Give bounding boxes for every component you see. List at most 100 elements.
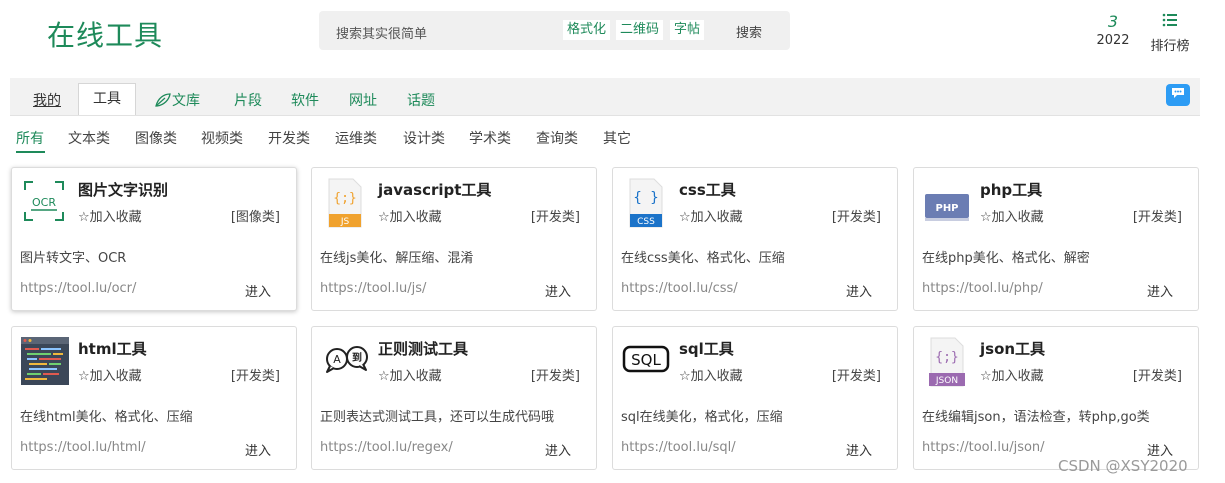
- enter-link[interactable]: 进入: [846, 281, 872, 300]
- category-query[interactable]: 查询类: [536, 128, 578, 148]
- card-title[interactable]: css工具: [679, 179, 736, 200]
- enter-link[interactable]: 进入: [245, 440, 271, 459]
- tab-topics[interactable]: 话题: [407, 90, 435, 110]
- year-count[interactable]: 3 2022: [1096, 12, 1130, 48]
- category-text[interactable]: 文本类: [68, 128, 110, 148]
- category-design[interactable]: 设计类: [403, 128, 445, 148]
- tab-library-label: 文库: [172, 93, 200, 109]
- svg-text:{ }: { }: [633, 190, 658, 206]
- star-icon: ☆: [980, 210, 992, 225]
- card-url[interactable]: https://tool.lu/html/: [20, 440, 146, 455]
- card-url[interactable]: https://tool.lu/js/: [320, 281, 426, 296]
- tool-card-html[interactable]: html工具 ☆加入收藏 [开发类] 在线html美化、格式化、压缩 https…: [11, 326, 297, 470]
- card-title[interactable]: javascript工具: [378, 179, 491, 200]
- star-icon: ☆: [78, 369, 90, 384]
- card-category: [开发类]: [831, 210, 881, 225]
- tab-tools[interactable]: 工具: [78, 83, 136, 115]
- add-favorite-button[interactable]: ☆加入收藏: [378, 365, 442, 384]
- tab-software[interactable]: 软件: [291, 90, 319, 110]
- sql-icon: SQL: [622, 337, 670, 383]
- category-video[interactable]: 视频类: [201, 128, 243, 148]
- js-file-icon: {;} JS: [321, 178, 367, 228]
- tool-card-json[interactable]: {;} JSON json工具 ☆加入收藏 [开发类] 在线编辑json，语法检…: [913, 326, 1199, 470]
- tool-card-sql[interactable]: SQL sql工具 ☆加入收藏 [开发类] sql在线美化，格式化，压缩 htt…: [612, 326, 898, 470]
- card-url[interactable]: https://tool.lu/sql/: [621, 440, 736, 455]
- card-url[interactable]: https://tool.lu/php/: [922, 281, 1043, 296]
- category-all[interactable]: 所有: [16, 128, 44, 148]
- svg-text:SQL: SQL: [631, 351, 661, 369]
- card-url[interactable]: https://tool.lu/json/: [922, 440, 1045, 455]
- card-title[interactable]: 正则测试工具: [378, 338, 468, 359]
- card-title[interactable]: php工具: [980, 179, 1042, 200]
- add-favorite-label: 加入收藏: [991, 210, 1044, 225]
- tool-card-ocr[interactable]: OCR 图片文字识别 ☆加入收藏 [图像类] 图片转文字、OCR https:/…: [11, 167, 297, 311]
- star-icon: ☆: [679, 210, 691, 225]
- enter-link[interactable]: 进入: [545, 440, 571, 459]
- quick-link-copybook[interactable]: 字帖: [670, 20, 705, 40]
- card-title[interactable]: html工具: [78, 338, 147, 359]
- svg-text:PHP: PHP: [935, 203, 958, 214]
- card-title[interactable]: 图片文字识别: [78, 179, 168, 200]
- tab-snippets[interactable]: 片段: [234, 90, 262, 110]
- category-image[interactable]: 图像类: [135, 128, 177, 148]
- category-ops[interactable]: 运维类: [335, 128, 377, 148]
- quick-link-qrcode[interactable]: 二维码: [616, 20, 664, 40]
- category-active-indicator: [16, 151, 45, 153]
- nav-mine[interactable]: 我的: [33, 90, 61, 110]
- card-url[interactable]: https://tool.lu/ocr/: [20, 281, 136, 296]
- category-dev[interactable]: 开发类: [268, 128, 310, 148]
- json-file-icon: {;} JSON: [923, 337, 969, 387]
- add-favorite-button[interactable]: ☆加入收藏: [980, 365, 1044, 384]
- main-nav: 我的 工具 文库 片段 软件 网址 话题: [10, 78, 1200, 116]
- add-favorite-label: 加入收藏: [690, 369, 743, 384]
- card-title[interactable]: sql工具: [679, 338, 734, 359]
- quick-link-format[interactable]: 格式化: [563, 20, 611, 40]
- svg-text:CSS: CSS: [637, 217, 655, 227]
- add-favorite-label: 加入收藏: [991, 369, 1044, 384]
- ocr-icon: OCR: [21, 178, 67, 224]
- add-favorite-button[interactable]: ☆加入收藏: [980, 206, 1044, 225]
- ranking-label: 排行榜: [1150, 39, 1190, 54]
- tool-card-css[interactable]: { } CSS css工具 ☆加入收藏 [开发类] 在线css美化、格式化、压缩…: [612, 167, 898, 311]
- tab-library[interactable]: 文库: [154, 90, 200, 110]
- add-favorite-label: 加入收藏: [389, 210, 442, 225]
- add-favorite-button[interactable]: ☆加入收藏: [679, 206, 743, 225]
- tool-card-php[interactable]: PHP php工具 ☆加入收藏 [开发类] 在线php美化、格式化、解密 htt…: [913, 167, 1199, 311]
- card-description: 在线html美化、格式化、压缩: [20, 410, 193, 425]
- enter-link[interactable]: 进入: [1147, 281, 1173, 300]
- card-title[interactable]: json工具: [980, 338, 1045, 359]
- card-category: [开发类]: [230, 369, 280, 384]
- category-academic[interactable]: 学术类: [469, 128, 511, 148]
- card-category: [开发类]: [530, 210, 580, 225]
- php-monitor-icon: PHP: [923, 178, 969, 224]
- list-icon: [1148, 12, 1192, 32]
- search-input[interactable]: 搜索其实很简单: [336, 23, 427, 42]
- card-url[interactable]: https://tool.lu/css/: [621, 281, 738, 296]
- count-number: 3: [1107, 12, 1119, 31]
- site-logo[interactable]: 在线工具: [47, 14, 163, 54]
- add-favorite-button[interactable]: ☆加入收藏: [78, 206, 142, 225]
- count-year: 2022: [1096, 33, 1130, 48]
- card-category: [开发类]: [1132, 210, 1182, 225]
- enter-link[interactable]: 进入: [846, 440, 872, 459]
- add-favorite-button[interactable]: ☆加入收藏: [378, 206, 442, 225]
- enter-link[interactable]: 进入: [545, 281, 571, 300]
- category-other[interactable]: 其它: [603, 128, 631, 148]
- ranking-button[interactable]: 排行榜: [1148, 12, 1192, 54]
- star-icon: ☆: [78, 210, 90, 225]
- chat-icon[interactable]: [1166, 84, 1190, 106]
- card-url[interactable]: https://tool.lu/regex/: [320, 440, 453, 455]
- html-code-icon: [21, 337, 69, 385]
- star-icon: ☆: [378, 369, 390, 384]
- svg-text:JS: JS: [340, 217, 350, 227]
- add-favorite-label: 加入收藏: [389, 369, 442, 384]
- enter-link[interactable]: 进入: [245, 281, 271, 300]
- add-favorite-button[interactable]: ☆加入收藏: [78, 365, 142, 384]
- tool-card-javascript[interactable]: {;} JS javascript工具 ☆加入收藏 [开发类] 在线js美化、解…: [311, 167, 597, 311]
- tool-card-regex[interactable]: A 到 正则测试工具 ☆加入收藏 [开发类] 正则表达式测试工具，还可以生成代码…: [311, 326, 597, 470]
- search-button[interactable]: 搜索: [736, 22, 762, 41]
- tab-websites[interactable]: 网址: [349, 90, 377, 110]
- add-favorite-button[interactable]: ☆加入收藏: [679, 365, 743, 384]
- card-category: [图像类]: [230, 210, 280, 225]
- card-description: 在线js美化、解压缩、混淆: [320, 251, 474, 266]
